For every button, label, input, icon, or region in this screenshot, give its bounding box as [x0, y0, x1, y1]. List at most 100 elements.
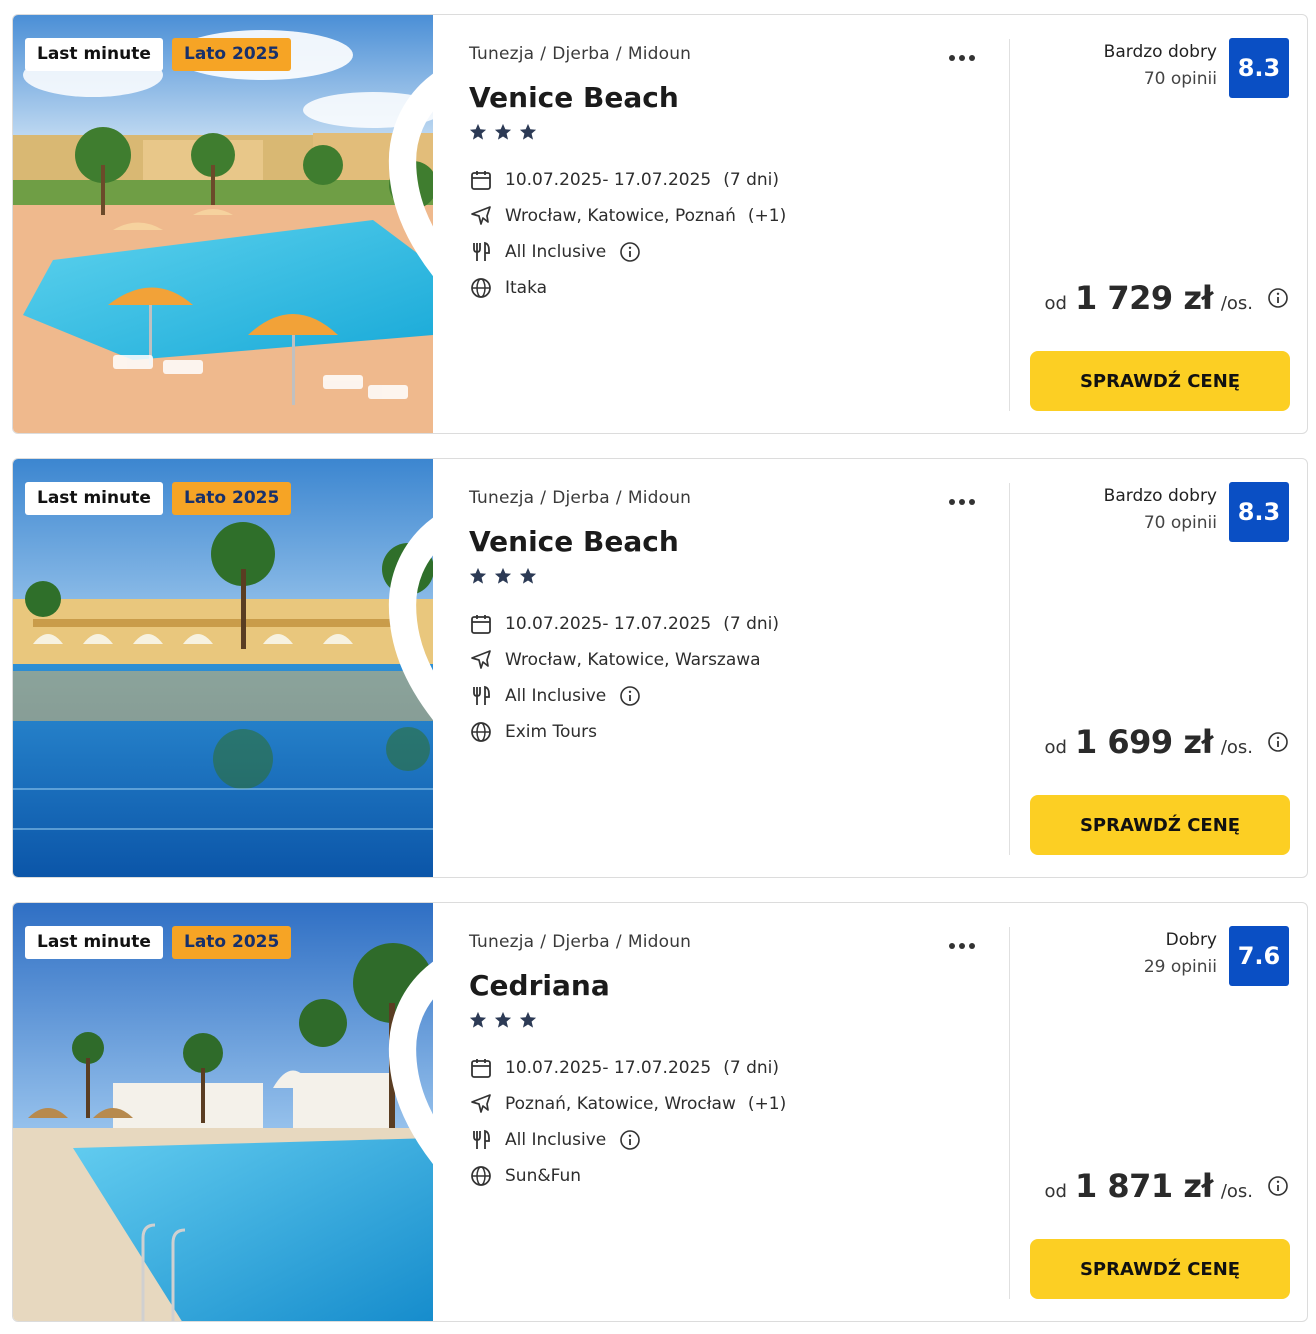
travel-duration: (7 dni)	[723, 170, 779, 190]
offer-card[interactable]: Last minute Lato 2025 Tunezja / Djerba / Mid…	[12, 458, 1308, 878]
hotel-photo[interactable]: Last minute Lato 2025	[13, 459, 433, 878]
review-count[interactable]: 70 opinii	[1104, 510, 1217, 536]
breadcrumb-city[interactable]: Midoun	[628, 44, 691, 64]
breadcrumb-city[interactable]: Midoun	[628, 932, 691, 952]
plane-icon	[471, 650, 491, 669]
travel-duration: (7 dni)	[723, 614, 779, 634]
rating-score-badge: 7.6	[1229, 926, 1289, 986]
heart-icon[interactable]	[371, 923, 433, 1322]
hotel-photo-image	[13, 903, 433, 1321]
breadcrumb-city[interactable]: Midoun	[628, 488, 691, 508]
globe-icon	[471, 1166, 491, 1186]
hotel-photo-image	[13, 15, 433, 433]
star-icon	[519, 123, 537, 140]
star-icon	[469, 123, 487, 140]
price-prefix: od	[1044, 293, 1067, 314]
board-row: All Inclusive	[469, 239, 641, 265]
season-badge: Lato 2025	[172, 926, 292, 959]
heart-icon[interactable]	[371, 35, 433, 434]
check-price-button[interactable]: SPRAWDŹ CENĘ	[1030, 795, 1290, 855]
operator-row: Itaka	[469, 275, 547, 301]
rating-label: Bardzo dobry	[1103, 486, 1217, 506]
breadcrumb-country[interactable]: Tunezja	[469, 488, 534, 508]
departure-airports: Wrocław, Katowice, Poznań	[505, 206, 736, 226]
cutlery-icon	[473, 241, 490, 261]
departure-more[interactable]: (+1)	[748, 206, 786, 226]
hotel-stars	[469, 567, 544, 587]
hotel-photo-image	[13, 459, 433, 877]
star-icon	[469, 1011, 487, 1028]
rating-label: Bardzo dobry	[1103, 42, 1217, 62]
last-minute-badge: Last minute	[25, 482, 163, 515]
operator-row: Exim Tours	[469, 719, 597, 745]
price-suffix: /os.	[1220, 1181, 1253, 1202]
price-block: od 1 729 zł /os.	[1045, 279, 1289, 317]
star-icon	[519, 567, 537, 584]
info-icon[interactable]	[619, 685, 641, 707]
price-prefix: od	[1044, 1181, 1067, 1202]
board-type: All Inclusive	[505, 1130, 607, 1150]
globe-icon	[471, 278, 491, 298]
dates-row: 10.07.2025- 17.07.2025 (7 dni)	[469, 167, 779, 193]
calendar-icon	[471, 171, 491, 190]
offer-card[interactable]: Last minute Lato 2025 Tunezja / Djerba / Mid…	[12, 902, 1308, 1322]
last-minute-badge: Last minute	[25, 38, 163, 71]
hotel-name[interactable]: Venice Beach	[469, 81, 679, 114]
star-icon	[494, 567, 512, 584]
star-icon	[519, 1011, 537, 1028]
hotel-stars	[469, 123, 544, 143]
more-options-icon[interactable]	[949, 490, 983, 510]
globe-icon	[471, 722, 491, 742]
price-info-icon[interactable]	[1267, 287, 1289, 309]
divider	[1009, 927, 1010, 1299]
divider	[1009, 39, 1010, 411]
info-icon[interactable]	[619, 1129, 641, 1151]
rating-block: Bardzo dobry 70 opinii 8.3	[1104, 38, 1289, 98]
departure-airports: Wrocław, Katowice, Warszawa	[505, 650, 761, 670]
price-info-icon[interactable]	[1267, 1175, 1289, 1197]
review-count[interactable]: 70 opinii	[1104, 66, 1217, 92]
breadcrumb: Tunezja / Djerba / Midoun	[469, 932, 692, 952]
departure-more[interactable]: (+1)	[748, 1094, 786, 1114]
breadcrumb-region[interactable]: Djerba	[552, 488, 610, 508]
offer-list: Last minute Lato 2025 Tunezja / Djerba / Mid…	[0, 0, 1316, 1334]
price-amount: 1 871 zł	[1074, 1167, 1213, 1205]
travel-dates: 10.07.2025- 17.07.2025	[505, 614, 712, 634]
cutlery-icon	[473, 685, 490, 705]
rating-score-badge: 8.3	[1229, 482, 1289, 542]
season-badge: Lato 2025	[172, 38, 292, 71]
rating-label: Dobry	[1165, 930, 1217, 950]
hotel-photo[interactable]: Last minute Lato 2025	[13, 15, 433, 434]
hotel-name[interactable]: Cedriana	[469, 969, 610, 1002]
cutlery-icon	[473, 1129, 490, 1149]
breadcrumb-country[interactable]: Tunezja	[469, 44, 534, 64]
info-icon[interactable]	[619, 241, 641, 263]
price-block: od 1 699 zł /os.	[1045, 723, 1289, 761]
offer-info: Tunezja / Djerba / Midoun Cedriana 10.07.202…	[469, 903, 999, 1321]
heart-icon[interactable]	[371, 479, 433, 878]
check-price-button[interactable]: SPRAWDŹ CENĘ	[1030, 1239, 1290, 1299]
last-minute-badge: Last minute	[25, 926, 163, 959]
price-amount: 1 729 zł	[1074, 279, 1213, 317]
breadcrumb-region[interactable]: Djerba	[552, 932, 610, 952]
star-icon	[494, 123, 512, 140]
hotel-photo[interactable]: Last minute Lato 2025	[13, 903, 433, 1322]
breadcrumb-region[interactable]: Djerba	[552, 44, 610, 64]
offer-info: Tunezja / Djerba / Midoun Venice Beach 10.07…	[469, 15, 999, 433]
plane-icon	[471, 1094, 491, 1113]
more-options-icon[interactable]	[949, 934, 983, 954]
price-info-icon[interactable]	[1267, 731, 1289, 753]
breadcrumb: Tunezja / Djerba / Midoun	[469, 488, 692, 508]
offer-card[interactable]: Last minute Lato 2025 Tunezja / Djerba / Mid…	[12, 14, 1308, 434]
check-price-button[interactable]: SPRAWDŹ CENĘ	[1030, 351, 1290, 411]
tour-operator: Sun&Fun	[505, 1166, 581, 1186]
breadcrumb-country[interactable]: Tunezja	[469, 932, 534, 952]
more-options-icon[interactable]	[949, 46, 983, 66]
travel-dates: 10.07.2025- 17.07.2025	[505, 1058, 712, 1078]
rating-score-badge: 8.3	[1229, 38, 1289, 98]
hotel-name[interactable]: Venice Beach	[469, 525, 679, 558]
hotel-stars	[469, 1011, 544, 1031]
board-row: All Inclusive	[469, 683, 641, 709]
review-count[interactable]: 29 opinii	[1144, 954, 1217, 980]
price-amount: 1 699 zł	[1074, 723, 1213, 761]
